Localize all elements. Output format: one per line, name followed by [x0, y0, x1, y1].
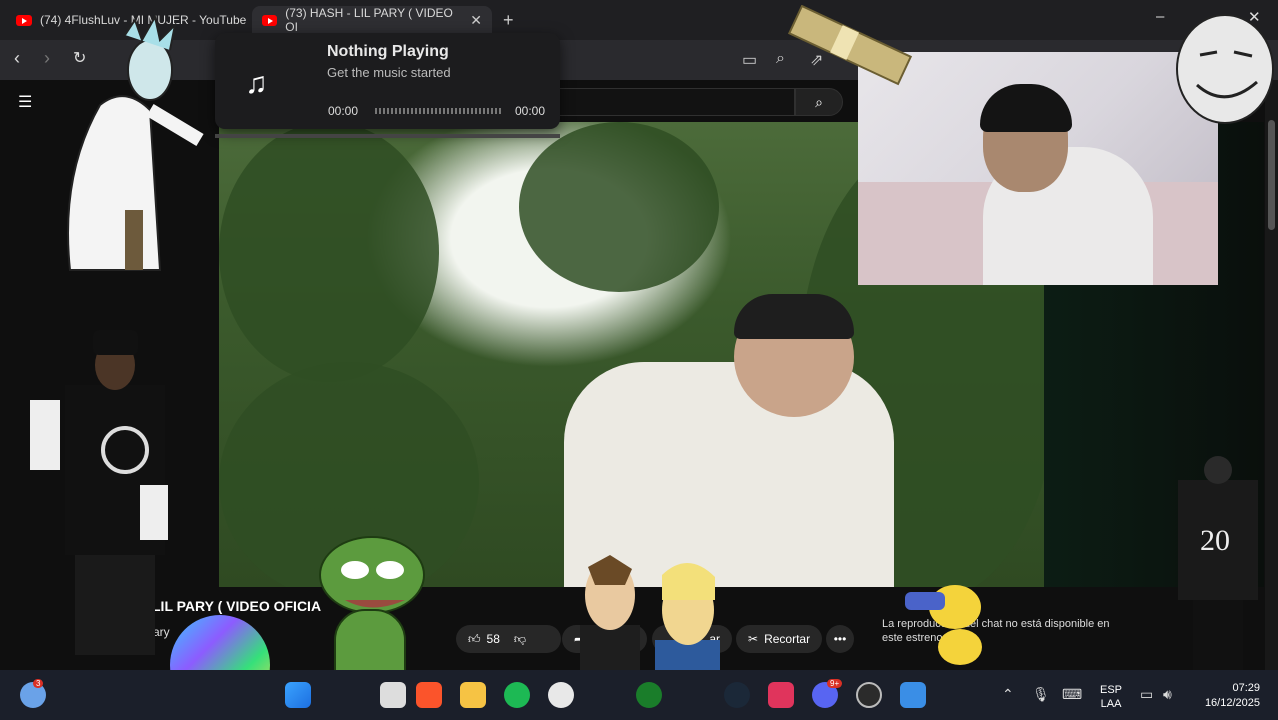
microphone-icon[interactable]: 🎙︎ — [1032, 686, 1050, 703]
cast-icon[interactable]: ▭ — [742, 50, 757, 70]
steam-icon[interactable] — [724, 682, 750, 708]
thumbs-up-icon: 👍︎ — [468, 631, 481, 646]
clock-date: 16/12/2025 — [1204, 697, 1260, 709]
search-input[interactable] — [555, 88, 795, 116]
minimize-button[interactable]: – — [1156, 8, 1164, 25]
video-progress-track — [215, 134, 560, 138]
trollface-sticker — [1176, 14, 1274, 124]
input-language[interactable]: ESP LAA — [1100, 683, 1122, 711]
webcam-beanie — [980, 84, 1072, 132]
homer-sticker — [905, 585, 982, 665]
recording-app-icon[interactable] — [768, 682, 794, 708]
elapsed-time: 00:00 — [328, 104, 359, 118]
volume-icon[interactable]: 🔊︎ — [1163, 686, 1172, 703]
clock-app-icon[interactable] — [548, 682, 574, 708]
search-icon: ⌕ — [815, 93, 823, 110]
chat-app-icon[interactable] — [900, 682, 926, 708]
now-playing-subtitle: Get the music started — [327, 65, 451, 80]
keyboard-layout: LAA — [1100, 698, 1122, 710]
like-count: 58 — [486, 632, 500, 646]
network-icon[interactable]: ▭ — [1140, 686, 1153, 703]
windows-start-icon[interactable] — [285, 682, 311, 708]
spotify-icon[interactable] — [504, 682, 530, 708]
now-playing-widget: ♫ Nothing Playing Get the music started … — [215, 33, 560, 138]
music-progress-bar[interactable] — [375, 108, 503, 114]
foliage — [519, 122, 719, 292]
long-beach-jersey-sticker: 20 — [1178, 456, 1258, 670]
video-subject-hair — [734, 294, 854, 339]
discord-badge: 9+ — [827, 679, 843, 688]
clip-label: Recortar — [764, 632, 811, 646]
total-time: 00:00 — [515, 104, 546, 118]
keyboard-icon[interactable]: ⌨ — [1062, 686, 1082, 703]
tab-hash-lil-pary[interactable]: (73) HASH - LIL PARY ( VIDEO OI ✕ — [252, 6, 492, 34]
video-subject-jacket — [564, 362, 894, 587]
brave-browser-icon[interactable] — [416, 682, 442, 708]
snoop-dogg-sticker — [30, 330, 168, 655]
more-icon: ••• — [833, 632, 847, 646]
more-actions-button[interactable]: ••• — [826, 625, 854, 653]
thumbs-down-icon[interactable]: 👎︎ — [514, 632, 526, 647]
system-clock[interactable]: 07:29 16/12/2025 — [1196, 681, 1260, 711]
app-icon[interactable] — [380, 682, 406, 708]
youtube-icon — [262, 14, 278, 26]
close-tab-icon[interactable]: ✕ — [470, 12, 482, 29]
show-hidden-icons-icon[interactable]: ⌃ — [1002, 686, 1014, 703]
obs-icon[interactable] — [856, 682, 882, 708]
new-tab-button[interactable]: + — [503, 10, 514, 31]
scrollbar-thumb[interactable] — [1268, 120, 1275, 230]
cash-stack-sticker — [787, 5, 913, 86]
rick-sticker — [67, 15, 204, 271]
clock-time: 07:29 — [1232, 682, 1260, 694]
language-code: ESP — [1100, 684, 1123, 696]
tab-label: (73) HASH - LIL PARY ( VIDEO OI — [285, 6, 453, 34]
music-note-icon: ♫ — [245, 67, 268, 100]
xbox-icon[interactable] — [636, 682, 662, 708]
now-playing-title: Nothing Playing — [327, 43, 449, 60]
windows-taskbar: 3 9+ ⌃ 🎙︎ ⌨ ESP LAA ▭ 🔊︎ 07:29 16/12/202… — [0, 670, 1278, 720]
back-button[interactable]: ‹ — [14, 48, 20, 69]
svg-text:20: 20 — [1200, 524, 1230, 557]
file-explorer-icon[interactable] — [460, 682, 486, 708]
like-button[interactable]: 👍︎ 58 👎︎ — [456, 625, 561, 653]
search-button[interactable]: ⌕ — [795, 88, 843, 116]
foliage — [219, 122, 439, 382]
